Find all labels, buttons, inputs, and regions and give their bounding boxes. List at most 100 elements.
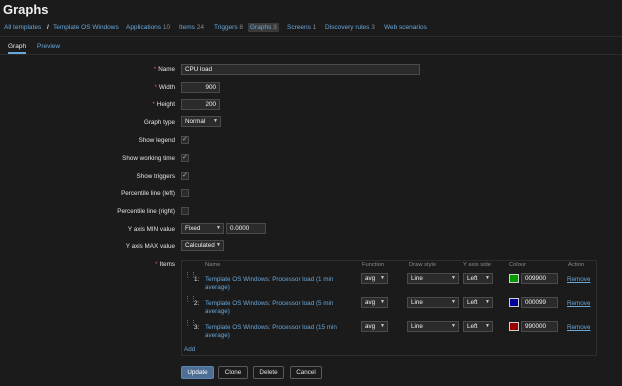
function-value: avg bbox=[365, 275, 376, 282]
chevron-down-icon: ▼ bbox=[213, 118, 218, 124]
y-max-type-select[interactable]: Calculated ▼ bbox=[181, 240, 224, 251]
colour-input[interactable]: 990000 bbox=[521, 321, 558, 332]
nav-graphs-tab[interactable]: Graphs 3 bbox=[248, 23, 279, 32]
y-max-label: Y axis MAX value bbox=[125, 243, 175, 250]
required-mark: * bbox=[152, 101, 155, 108]
nav-triggers-label: Triggers bbox=[214, 24, 238, 31]
width-input[interactable]: 900 bbox=[181, 82, 220, 93]
nav-graphs-count: 3 bbox=[273, 24, 277, 31]
function-select[interactable]: avg ▼ bbox=[361, 297, 388, 308]
breadcrumb: All templates / Template OS Windows Appl… bbox=[0, 22, 622, 37]
update-button[interactable]: Update bbox=[181, 366, 214, 379]
check-icon: ✓ bbox=[182, 136, 188, 143]
height-input[interactable]: 200 bbox=[181, 99, 220, 110]
show-working-time-label: Show working time bbox=[122, 155, 175, 162]
chevron-down-icon: ▼ bbox=[380, 299, 385, 305]
percentile-left-label: Percentile line (left) bbox=[121, 190, 175, 197]
remove-link[interactable]: Remove bbox=[567, 300, 590, 307]
draw-style-select[interactable]: Line ▼ bbox=[407, 273, 459, 284]
y-axis-side-select[interactable]: Left ▼ bbox=[463, 297, 493, 308]
check-icon: ✓ bbox=[182, 172, 188, 179]
nav-applications-label: Applications bbox=[126, 24, 162, 31]
y-min-type-select[interactable]: Fixed ▼ bbox=[181, 223, 224, 234]
y-axis-side-value: Left bbox=[467, 323, 478, 330]
item-name-link[interactable]: Template OS Windows: Processor load (15 … bbox=[205, 324, 355, 340]
show-legend-checkbox[interactable]: ✓ bbox=[181, 136, 189, 144]
chevron-down-icon: ▼ bbox=[380, 323, 385, 329]
percentile-left-checkbox[interactable] bbox=[181, 189, 189, 197]
delete-button[interactable]: Delete bbox=[253, 366, 284, 379]
nav-discovery-rules-link[interactable]: Discovery rules 3 bbox=[325, 24, 375, 31]
items-label: * Items bbox=[155, 261, 175, 268]
chevron-down-icon: ▼ bbox=[451, 323, 456, 329]
colour-input[interactable]: 009900 bbox=[521, 273, 558, 284]
percentile-right-label: Percentile line (right) bbox=[117, 208, 175, 215]
chevron-down-icon: ▼ bbox=[451, 299, 456, 305]
col-header-action: Action bbox=[568, 262, 585, 268]
nav-discovery-count: 3 bbox=[371, 24, 375, 31]
function-value: avg bbox=[365, 299, 376, 306]
colour-swatch[interactable] bbox=[509, 274, 519, 283]
y-axis-side-value: Left bbox=[467, 275, 478, 282]
y-axis-side-select[interactable]: Left ▼ bbox=[463, 321, 493, 332]
name-input[interactable]: CPU load bbox=[181, 64, 420, 75]
item-name-link[interactable]: Template OS Windows: Processor load (5 m… bbox=[205, 300, 355, 316]
nav-items-label: Items bbox=[179, 24, 195, 31]
row-number: 1: bbox=[194, 276, 200, 283]
height-label: * Height bbox=[152, 101, 175, 108]
nav-screens-count: 1 bbox=[312, 24, 317, 31]
show-triggers-checkbox[interactable]: ✓ bbox=[181, 172, 189, 180]
y-axis-side-select[interactable]: Left ▼ bbox=[463, 273, 493, 284]
name-label-text: Name bbox=[158, 66, 175, 73]
nav-template-link[interactable]: Template OS Windows bbox=[53, 24, 119, 31]
tab-graph[interactable]: Graph bbox=[8, 43, 27, 54]
cancel-button[interactable]: Cancel bbox=[290, 366, 322, 379]
y-min-type-value: Fixed bbox=[185, 225, 201, 232]
nav-applications-link[interactable]: Applications 10 bbox=[126, 24, 170, 31]
nav-all-templates-link[interactable]: All templates bbox=[4, 24, 41, 31]
colour-swatch[interactable] bbox=[509, 298, 519, 307]
draw-style-value: Line bbox=[411, 275, 423, 282]
remove-link[interactable]: Remove bbox=[567, 324, 590, 331]
chevron-down-icon: ▼ bbox=[216, 242, 221, 248]
add-item-link[interactable]: Add bbox=[184, 346, 195, 353]
row-number: 2: bbox=[194, 300, 200, 307]
required-mark: * bbox=[154, 84, 157, 91]
drag-handle-icon[interactable]: ⋮⋮ bbox=[184, 272, 197, 284]
y-min-value-input[interactable]: 0.0000 bbox=[226, 223, 266, 234]
nav-items-link[interactable]: Items 24 bbox=[179, 24, 204, 31]
col-header-draw-style: Draw style bbox=[409, 262, 437, 268]
show-working-time-checkbox[interactable]: ✓ bbox=[181, 154, 189, 162]
nav-screens-link[interactable]: Screens 1 bbox=[287, 24, 316, 31]
colour-swatch[interactable] bbox=[509, 322, 519, 331]
chevron-down-icon: ▼ bbox=[380, 275, 385, 281]
nav-web-scenarios-link[interactable]: Web scenarios bbox=[384, 24, 427, 31]
required-mark: * bbox=[155, 261, 158, 268]
remove-link[interactable]: Remove bbox=[567, 276, 590, 283]
chevron-down-icon: ▼ bbox=[451, 275, 456, 281]
nav-applications-count: 10 bbox=[162, 24, 171, 31]
draw-style-value: Line bbox=[411, 299, 423, 306]
draw-style-select[interactable]: Line ▼ bbox=[407, 297, 459, 308]
nav-triggers-link[interactable]: Triggers 8 bbox=[214, 24, 243, 31]
y-max-type-value: Calculated bbox=[185, 242, 215, 249]
show-triggers-label: Show triggers bbox=[136, 173, 176, 180]
draw-style-select[interactable]: Line ▼ bbox=[407, 321, 459, 332]
drag-handle-icon[interactable]: ⋮⋮ bbox=[184, 296, 197, 308]
width-label-text: Width bbox=[158, 84, 175, 91]
percentile-right-checkbox[interactable] bbox=[181, 207, 189, 215]
item-name-link[interactable]: Template OS Windows: Processor load (1 m… bbox=[205, 276, 355, 292]
chevron-down-icon: ▼ bbox=[216, 225, 221, 231]
function-select[interactable]: avg ▼ bbox=[361, 321, 388, 332]
clone-button[interactable]: Clone bbox=[218, 366, 248, 379]
function-select[interactable]: avg ▼ bbox=[361, 273, 388, 284]
colour-input[interactable]: 000099 bbox=[521, 297, 558, 308]
form-tabs: Graph Preview bbox=[0, 41, 622, 55]
drag-handle-icon[interactable]: ⋮⋮ bbox=[184, 320, 197, 332]
function-value: avg bbox=[365, 323, 376, 330]
draw-style-value: Line bbox=[411, 323, 423, 330]
tab-preview[interactable]: Preview bbox=[37, 43, 60, 50]
graph-type-select[interactable]: Normal ▼ bbox=[181, 116, 221, 127]
y-min-label: Y axis MIN value bbox=[127, 226, 175, 233]
nav-screens-label: Screens bbox=[287, 24, 311, 31]
